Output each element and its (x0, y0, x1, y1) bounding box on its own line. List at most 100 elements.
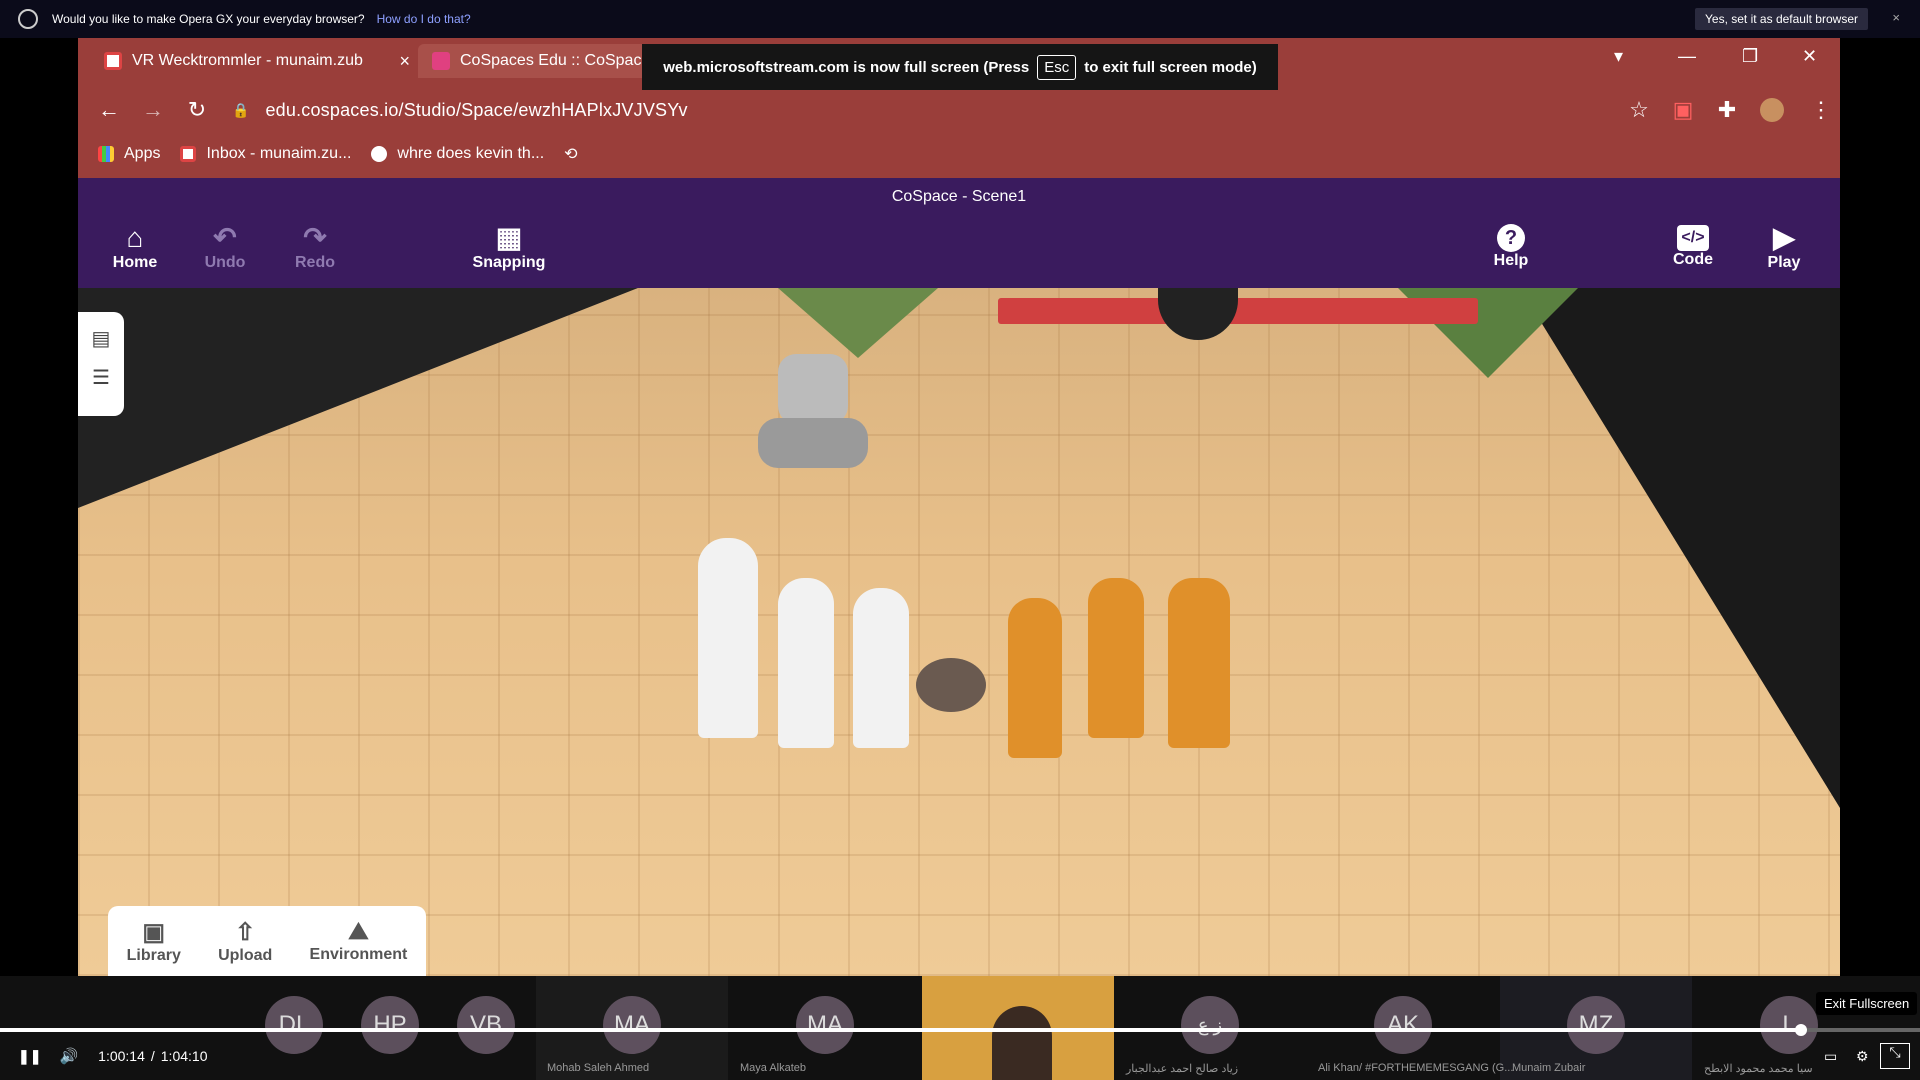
upload-button[interactable]: ⇧ Upload (218, 918, 272, 965)
character-figure[interactable] (853, 588, 909, 748)
stone-base (758, 418, 868, 468)
code-icon: </> (1677, 225, 1709, 251)
character-figure[interactable] (1088, 578, 1144, 738)
esc-key: Esc (1037, 54, 1077, 80)
bookmarks-bar: Apps Inbox - munaim.zu... whre does kevi… (78, 134, 578, 174)
bookmark-star-icon[interactable]: ☆ (1626, 97, 1652, 123)
bookmark-inbox[interactable]: Inbox - munaim.zu... (180, 145, 351, 163)
code-button[interactable]: </> Code (1653, 222, 1733, 269)
url-field[interactable]: edu.cospaces.io/Studio/Space/ewzhHAPlxJV… (265, 100, 687, 121)
tab-cospaces[interactable]: CoSpaces Edu :: CoSpac (418, 44, 672, 78)
undo-icon: ↶ (213, 222, 237, 253)
panel-label: Environment (309, 946, 408, 963)
profile-avatar[interactable] (1760, 98, 1784, 122)
undo-button[interactable]: ↶ Undo (185, 222, 265, 272)
captions-icon[interactable]: ▭ (1824, 1048, 1837, 1065)
tool-label: Snapping (472, 254, 546, 271)
gallery-icon[interactable]: ▤ (78, 326, 124, 351)
home-icon: ⌂ (126, 222, 144, 253)
tab-gmail[interactable]: VR Wecktrommler - munaim.zub × (92, 44, 422, 78)
redo-icon: ↷ (303, 222, 327, 253)
tool-label: Redo (295, 254, 335, 271)
character-figure[interactable] (778, 578, 834, 748)
bookmark-google[interactable]: whre does kevin th... (371, 145, 544, 163)
redo-button[interactable]: ↷ Redo (275, 222, 355, 272)
browser-chrome: VR Wecktrommler - munaim.zub × CoSpaces … (78, 38, 1840, 178)
bookmark-label: whre does kevin th... (397, 145, 545, 162)
seek-knob[interactable] (1794, 1024, 1807, 1036)
minimize-icon[interactable]: — (1678, 46, 1696, 67)
help-icon: ? (1497, 224, 1525, 252)
help-button[interactable]: ? Help (1471, 222, 1551, 270)
environment-icon: ⛰ (348, 918, 369, 945)
character-figure[interactable] (1008, 598, 1062, 758)
scene-title: CoSpace - Scene1 (891, 188, 1027, 205)
grid-icon: ▦ (495, 222, 523, 253)
play-icon: ▶ (1773, 222, 1795, 253)
exit-fullscreen-icon[interactable]: ⤡ (1880, 1043, 1910, 1069)
tool-label: Help (1493, 252, 1529, 269)
seek-bar-fill (0, 1028, 1801, 1032)
panel-label: Library (126, 946, 181, 964)
time-total: 1:04:10 (160, 1048, 208, 1064)
extension-red-icon[interactable]: ▣ (1670, 97, 1696, 123)
fullscreen-notice: web.microsoftstream.com is now full scre… (642, 44, 1278, 90)
tab-search-icon[interactable]: ▾ (1614, 46, 1623, 67)
back-icon[interactable]: ← (96, 97, 122, 123)
forward-icon[interactable]: → (140, 97, 166, 123)
stone-statue (778, 354, 848, 424)
tree-shape (778, 288, 938, 358)
address-bar-row: ← → ↻ 🔒 edu.cospaces.io/Studio/Space/ewz… (78, 88, 1840, 132)
history-icon[interactable]: ⟲ (564, 144, 577, 164)
tool-label: Undo (204, 254, 246, 271)
library-button[interactable]: ▣ Library (127, 918, 181, 965)
gmail-icon (104, 52, 122, 70)
seek-bar[interactable] (0, 1028, 1920, 1032)
snapping-button[interactable]: ▦ Snapping (459, 222, 559, 272)
cospaces-icon (432, 52, 450, 70)
home-button[interactable]: ⌂ Home (95, 222, 175, 272)
window-close-icon[interactable]: ✕ (1802, 46, 1817, 67)
list-icon[interactable]: ☰ (78, 365, 124, 390)
time-separator: / (150, 1048, 155, 1064)
how-do-i-link[interactable]: How do I do that? (377, 12, 471, 26)
benches (998, 298, 1478, 324)
boulder[interactable] (916, 658, 986, 712)
reload-icon[interactable]: ↻ (184, 97, 210, 123)
play-button[interactable]: ▶ Play (1744, 222, 1824, 272)
tab-title: VR Wecktrommler - munaim.zub (132, 52, 363, 69)
tool-label: Code (1673, 251, 1713, 268)
bookmark-label: Apps (124, 145, 161, 162)
settings-icon[interactable]: ⚙ (1856, 1048, 1869, 1065)
tab-close-icon[interactable]: × (399, 51, 410, 72)
menu-icon[interactable]: ⋮ (1808, 97, 1834, 123)
time-current: 1:00:14 (98, 1048, 145, 1064)
volume-icon[interactable]: 🔊 (59, 1047, 78, 1065)
exit-fullscreen-tooltip: Exit Fullscreen (1816, 992, 1918, 1015)
apps-grid-icon (98, 146, 114, 162)
cospaces-toolbar: CoSpace - Scene1 ⌂ Home ↶ Undo ↷ Redo ▦ … (78, 178, 1840, 288)
banner-close-icon[interactable]: × (1892, 10, 1900, 25)
bookmark-apps[interactable]: Apps (98, 145, 160, 163)
bookmark-label: Inbox - munaim.zu... (206, 145, 352, 162)
google-icon (371, 146, 388, 162)
pause-icon[interactable]: ❚❚ (18, 1048, 41, 1065)
opera-default-browser-banner: Would you like to make Opera GX your eve… (0, 0, 1920, 38)
side-panel: ▤ ☰ (78, 312, 124, 416)
extensions-icon[interactable]: ✚ (1714, 97, 1740, 123)
banner-question: Would you like to make Opera GX your eve… (52, 12, 365, 26)
set-default-button[interactable]: Yes, set it as default browser (1695, 8, 1868, 30)
player-controls: ❚❚ 🔊 1:00:14 / 1:04:10 ▭ ⚙ ⤡ (0, 1043, 1920, 1069)
bottom-panel: ▣ Library ⇧ Upload ⛰ Environment (108, 906, 426, 976)
gmail-icon (180, 146, 197, 162)
notice-text: web.microsoftstream.com is now full scre… (663, 58, 1030, 76)
notice-text-end: to exit full screen mode) (1084, 58, 1257, 76)
tool-label: Home (112, 254, 158, 271)
environment-button[interactable]: ⛰ Environment (310, 918, 408, 964)
scene-viewport[interactable]: ▤ ☰ ▣ Library ⇧ Upload ⛰ Environment (78, 288, 1840, 976)
character-figure[interactable] (1168, 578, 1230, 748)
character-figure[interactable] (698, 538, 758, 738)
upload-icon: ⇧ (235, 918, 256, 946)
lock-icon: 🔒 (232, 101, 250, 118)
restore-icon[interactable]: ❐ (1742, 46, 1758, 67)
